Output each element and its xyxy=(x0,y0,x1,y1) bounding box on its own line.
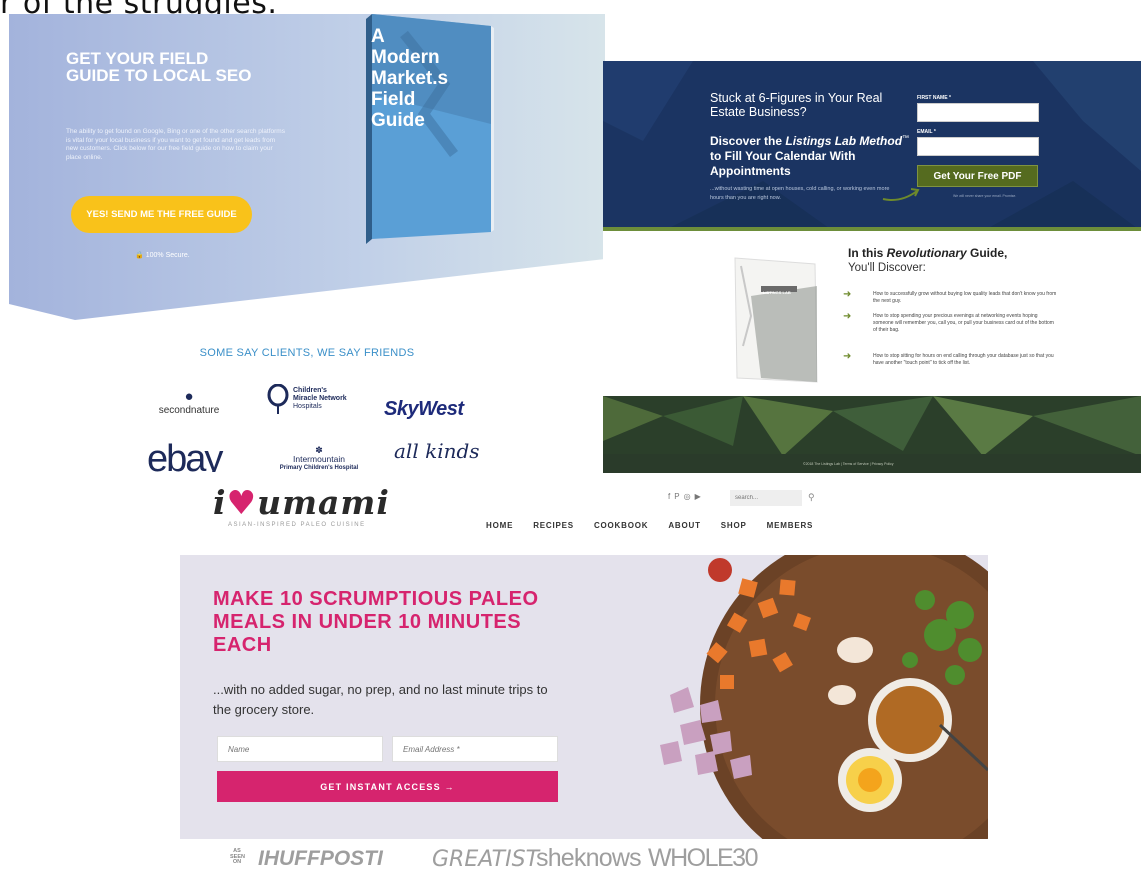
umami-logo[interactable]: i♥umami xyxy=(213,485,390,521)
arrow-right-icon: ➜ xyxy=(843,289,852,300)
email-label: EMAIL * xyxy=(917,129,936,135)
whole30-logo: WHOLE30 xyxy=(648,844,758,872)
email-input[interactable] xyxy=(392,736,558,762)
second-nature-logo: ● secondnature xyxy=(139,388,239,416)
logo-text: Intermountain xyxy=(293,454,345,464)
listings-lab-landing-page: Stuck at 6-Figures in Your Real Estate B… xyxy=(603,61,1141,473)
bullet-text: How to stop spending your precious eveni… xyxy=(873,313,1054,333)
listings-subtext: ...without wasting time at open houses, … xyxy=(710,186,890,201)
send-free-guide-button[interactable]: YES! SEND ME THE FREE GUIDE xyxy=(71,196,252,233)
nav-item-recipes[interactable]: RECIPES xyxy=(533,521,574,530)
book-label: LISTINGS LAB xyxy=(763,290,791,295)
food-board-image xyxy=(610,555,988,839)
email-input[interactable] xyxy=(917,137,1039,156)
instagram-icon[interactable]: ◎ xyxy=(684,492,691,501)
all-kinds-logo: all kinds xyxy=(394,439,480,463)
book-title-line: Market.s xyxy=(371,68,449,89)
balloon-icon xyxy=(267,384,289,414)
listings-lab-book-cover xyxy=(734,257,818,383)
facebook-icon[interactable]: f xyxy=(668,492,670,501)
logo-text: i xyxy=(213,483,227,522)
guide-title-text: In this xyxy=(848,246,887,260)
logo-text: Hospitals xyxy=(293,403,322,410)
book-title-line: Modern xyxy=(371,47,440,68)
stuck-headline: Stuck at 6-Figures in Your Real Estate B… xyxy=(710,91,883,119)
logo-text: Children's xyxy=(293,387,327,394)
book-title-line: Field xyxy=(371,89,416,110)
discover-headline: Discover the Listings Lab Method™ to Fil… xyxy=(710,131,910,179)
greatist-logo: GREATIST xyxy=(432,847,540,872)
first-name-label: FIRST NAME * xyxy=(917,95,951,101)
as-seen-on-label: AS SEEN ON xyxy=(230,848,245,865)
umami-hero: MAKE 10 SCRUMPTIOUS PALEO MEALS IN UNDER… xyxy=(180,555,988,839)
logo-text: Primary Children's Hospital xyxy=(279,465,359,471)
seo-headline: GET YOUR FIELD GUIDE TO LOCAL SEO xyxy=(66,49,252,85)
guide-title-italic: Revolutionary xyxy=(886,246,967,260)
nav-item-members[interactable]: MEMBERS xyxy=(767,521,814,530)
guide-subtitle: You'll Discover: xyxy=(848,262,926,274)
second-nature-mark-icon: ● xyxy=(184,388,194,405)
guide-bullet: ➜ How to stop spending your precious eve… xyxy=(843,311,1063,334)
get-instant-access-button[interactable]: GET INSTANT ACCESS → xyxy=(217,771,558,802)
guide-bullet: ➜ How to stop sitting for hours on end c… xyxy=(843,351,1063,367)
secure-badge: 🔒 100% Secure. xyxy=(135,251,190,260)
nav-item-cookbook[interactable]: COOKBOOK xyxy=(594,521,648,530)
ebay-logo: ebay xyxy=(147,438,223,472)
umami-subtext: ...with no added sugar, no prep, and no … xyxy=(213,682,548,717)
logo-text: secondnature xyxy=(158,405,220,416)
arrow-right-icon: ➜ xyxy=(843,351,852,362)
umami-landing-page: i♥umami ASIAN-INSPIRED PALEO CUISINE f P… xyxy=(180,475,988,886)
bullet-text: How to successfully grow without buying … xyxy=(873,291,1057,304)
main-nav: HOME RECIPES COOKBOOK ABOUT SHOP MEMBERS xyxy=(486,521,813,530)
discover-text: to Fill Your Calendar With Appointments xyxy=(710,149,856,178)
trademark-text: ™ xyxy=(902,135,910,142)
book-title: A Modern Market.s Field Guide xyxy=(371,26,448,131)
guide-title-text: Guide, xyxy=(966,246,1008,260)
book-title-line: Guide xyxy=(371,110,425,131)
cmn-hospitals-logo: Children's Miracle Network Hospitals xyxy=(267,384,377,414)
curved-arrow-icon xyxy=(882,188,920,201)
guide-bullet: ➜ How to successfully grow without buyin… xyxy=(843,289,1063,305)
discover-text: Discover the xyxy=(710,134,786,148)
heart-icon: ♥ xyxy=(226,483,258,522)
seo-landing-page: A Modern Market.s Field Guide GET YOUR F… xyxy=(9,14,605,472)
youtube-icon[interactable]: ▶ xyxy=(695,492,701,501)
privacy-note: We will never share your email. Promise. xyxy=(953,194,1017,198)
pinterest-icon[interactable]: P xyxy=(674,492,679,501)
seo-body-text: The ability to get found on Google, Bing… xyxy=(66,128,285,161)
bullet-text: How to stop sitting for hours on end cal… xyxy=(873,353,1054,366)
clients-title: SOME SAY CLIENTS, WE SAY FRIENDS xyxy=(199,347,415,359)
nav-item-about[interactable]: ABOUT xyxy=(668,521,700,530)
listings-footer-links[interactable]: ©2018 The Listings Lab | Terms of Servic… xyxy=(803,462,893,466)
intermountain-logo: ✽ Intermountain Primary Children's Hospi… xyxy=(264,446,374,472)
guide-title: In this Revolutionary Guide, xyxy=(848,247,1007,260)
book-title-line: A xyxy=(371,26,385,47)
huffpost-logo: IHUFFPOSTI xyxy=(258,847,383,870)
nav-item-shop[interactable]: SHOP xyxy=(721,521,747,530)
search-input[interactable] xyxy=(730,490,802,506)
umami-tagline: ASIAN-INSPIRED PALEO CUISINE xyxy=(228,522,366,528)
get-free-pdf-button[interactable]: Get Your Free PDF xyxy=(917,165,1038,187)
skywest-logo: SkyWest xyxy=(384,398,464,420)
logo-text: Miracle Network xyxy=(293,395,347,402)
arrow-right-icon: ➜ xyxy=(843,311,852,322)
lock-icon: 🔒 xyxy=(135,252,144,259)
logo-text: umami xyxy=(257,483,390,522)
nav-item-home[interactable]: HOME xyxy=(486,521,513,530)
sheknows-logo: sheknows xyxy=(536,844,642,872)
umami-headline: MAKE 10 SCRUMPTIOUS PALEO MEALS IN UNDER… xyxy=(213,588,539,656)
name-input[interactable] xyxy=(217,736,383,762)
social-links: f P ◎ ▶ xyxy=(668,492,701,501)
secure-text: 100% Secure. xyxy=(145,251,190,259)
discover-method-text: Listings Lab Method xyxy=(785,134,903,148)
search-icon[interactable]: ⚲ xyxy=(808,492,815,503)
first-name-input[interactable] xyxy=(917,103,1039,122)
